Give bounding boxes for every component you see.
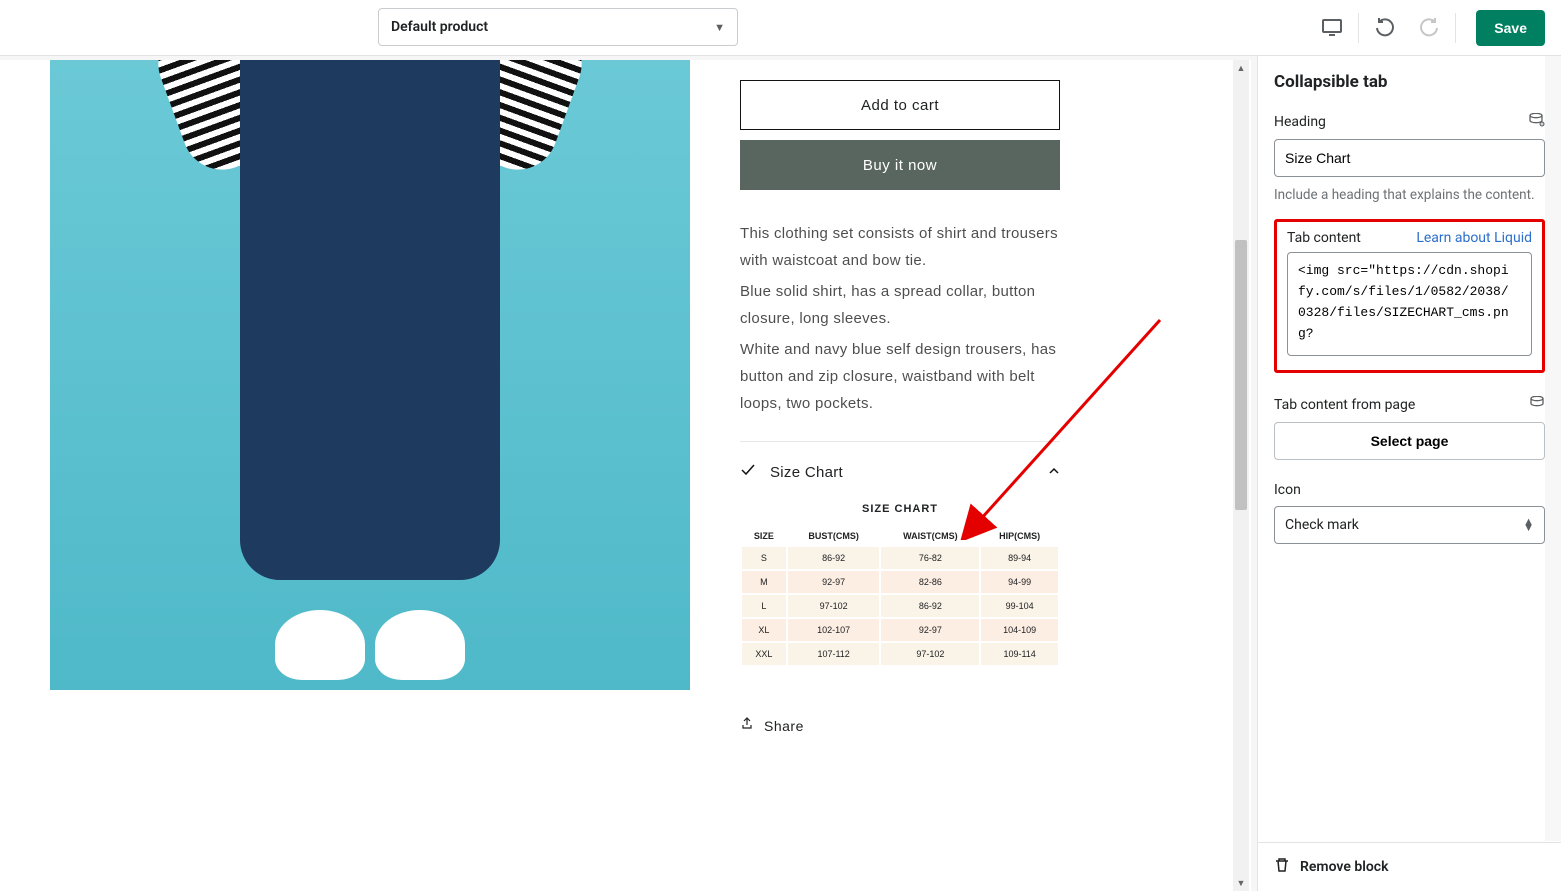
product-selector[interactable]: Default product ▼ [378, 8, 738, 46]
sidebar-scrollbar[interactable] [1545, 56, 1561, 841]
table-row: L97-10286-9299-104 [742, 595, 1058, 617]
table-row: XL102-10792-97104-109 [742, 619, 1058, 641]
table-row: M92-9782-8694-99 [742, 571, 1058, 593]
table-row: XXL107-11297-102109-114 [742, 643, 1058, 665]
divider [1358, 13, 1359, 43]
trash-icon [1274, 857, 1290, 877]
main-area: Add to cart Buy it now This clothing set… [0, 56, 1561, 891]
desc-line: Blue solid shirt, has a spread collar, b… [740, 278, 1070, 332]
th-size: SIZE [742, 527, 786, 545]
tab-content-label: Tab content [1287, 230, 1361, 246]
chevron-up-icon [1048, 464, 1060, 482]
desc-line: White and navy blue self design trousers… [740, 336, 1070, 417]
size-chart-table: SIZE BUST(CMS) WAIST(CMS) HIP(CMS) S86-9… [740, 525, 1060, 667]
icon-label: Icon [1274, 482, 1545, 498]
share-button[interactable]: Share [740, 717, 1221, 734]
scroll-up-icon[interactable]: ▲ [1233, 60, 1249, 76]
tab-content-textarea[interactable] [1287, 252, 1532, 356]
th-bust: BUST(CMS) [788, 527, 880, 545]
table-row: S86-9276-8289-94 [742, 547, 1058, 569]
icon-select[interactable]: Check mark ▲▼ [1274, 506, 1545, 544]
product-details: Add to cart Buy it now This clothing set… [740, 60, 1221, 891]
product-image [50, 60, 690, 690]
th-waist: WAIST(CMS) [881, 527, 979, 545]
select-updown-icon: ▲▼ [1523, 519, 1534, 532]
heading-help-text: Include a heading that explains the cont… [1274, 185, 1545, 205]
desc-line: This clothing set consists of shirt and … [740, 220, 1070, 274]
product-selector-label: Default product [391, 19, 488, 35]
dynamic-source-icon[interactable] [1529, 112, 1545, 131]
save-button[interactable]: Save [1476, 10, 1545, 46]
size-chart-title: SIZE CHART [740, 503, 1060, 515]
product-description: This clothing set consists of shirt and … [740, 220, 1070, 417]
scroll-down-icon[interactable]: ▼ [1233, 875, 1249, 891]
remove-block-label: Remove block [1300, 859, 1388, 875]
sidebar-title: Collapsible tab [1274, 72, 1545, 92]
topbar-actions: Save [1310, 6, 1545, 50]
add-to-cart-button[interactable]: Add to cart [740, 80, 1060, 130]
collapsible-tab-title: Size Chart [770, 464, 1034, 481]
preview-pane: Add to cart Buy it now This clothing set… [0, 60, 1251, 891]
desktop-view-icon[interactable] [1310, 6, 1354, 50]
remove-block-button[interactable]: Remove block [1258, 842, 1561, 891]
caret-down-icon: ▼ [714, 21, 725, 34]
collapsible-tab-size-chart[interactable]: Size Chart [740, 441, 1060, 503]
heading-input[interactable] [1274, 139, 1545, 177]
buy-now-button[interactable]: Buy it now [740, 140, 1060, 190]
heading-label: Heading [1274, 114, 1326, 130]
th-hip: HIP(CMS) [981, 527, 1058, 545]
undo-icon[interactable] [1363, 6, 1407, 50]
tab-content-page-label: Tab content from page [1274, 397, 1415, 413]
share-label: Share [764, 718, 804, 734]
learn-liquid-link[interactable]: Learn about Liquid [1416, 230, 1532, 246]
check-mark-icon [740, 462, 756, 483]
dynamic-source-icon[interactable] [1529, 395, 1545, 414]
scroll-thumb[interactable] [1235, 240, 1247, 510]
select-page-button[interactable]: Select page [1274, 422, 1545, 460]
divider [1455, 13, 1456, 43]
preview-scrollbar[interactable]: ▲ ▼ [1233, 60, 1249, 891]
icon-select-value: Check mark [1285, 517, 1359, 533]
share-icon [740, 717, 754, 734]
top-bar: Default product ▼ Save [0, 0, 1561, 56]
settings-sidebar: Collapsible tab Heading Include a headin… [1257, 56, 1561, 891]
tab-content-highlighted-section: Tab content Learn about Liquid [1274, 219, 1545, 373]
size-chart-content: SIZE CHART SIZE BUST(CMS) WAIST(CMS) HIP… [740, 503, 1060, 667]
redo-icon[interactable] [1407, 6, 1451, 50]
